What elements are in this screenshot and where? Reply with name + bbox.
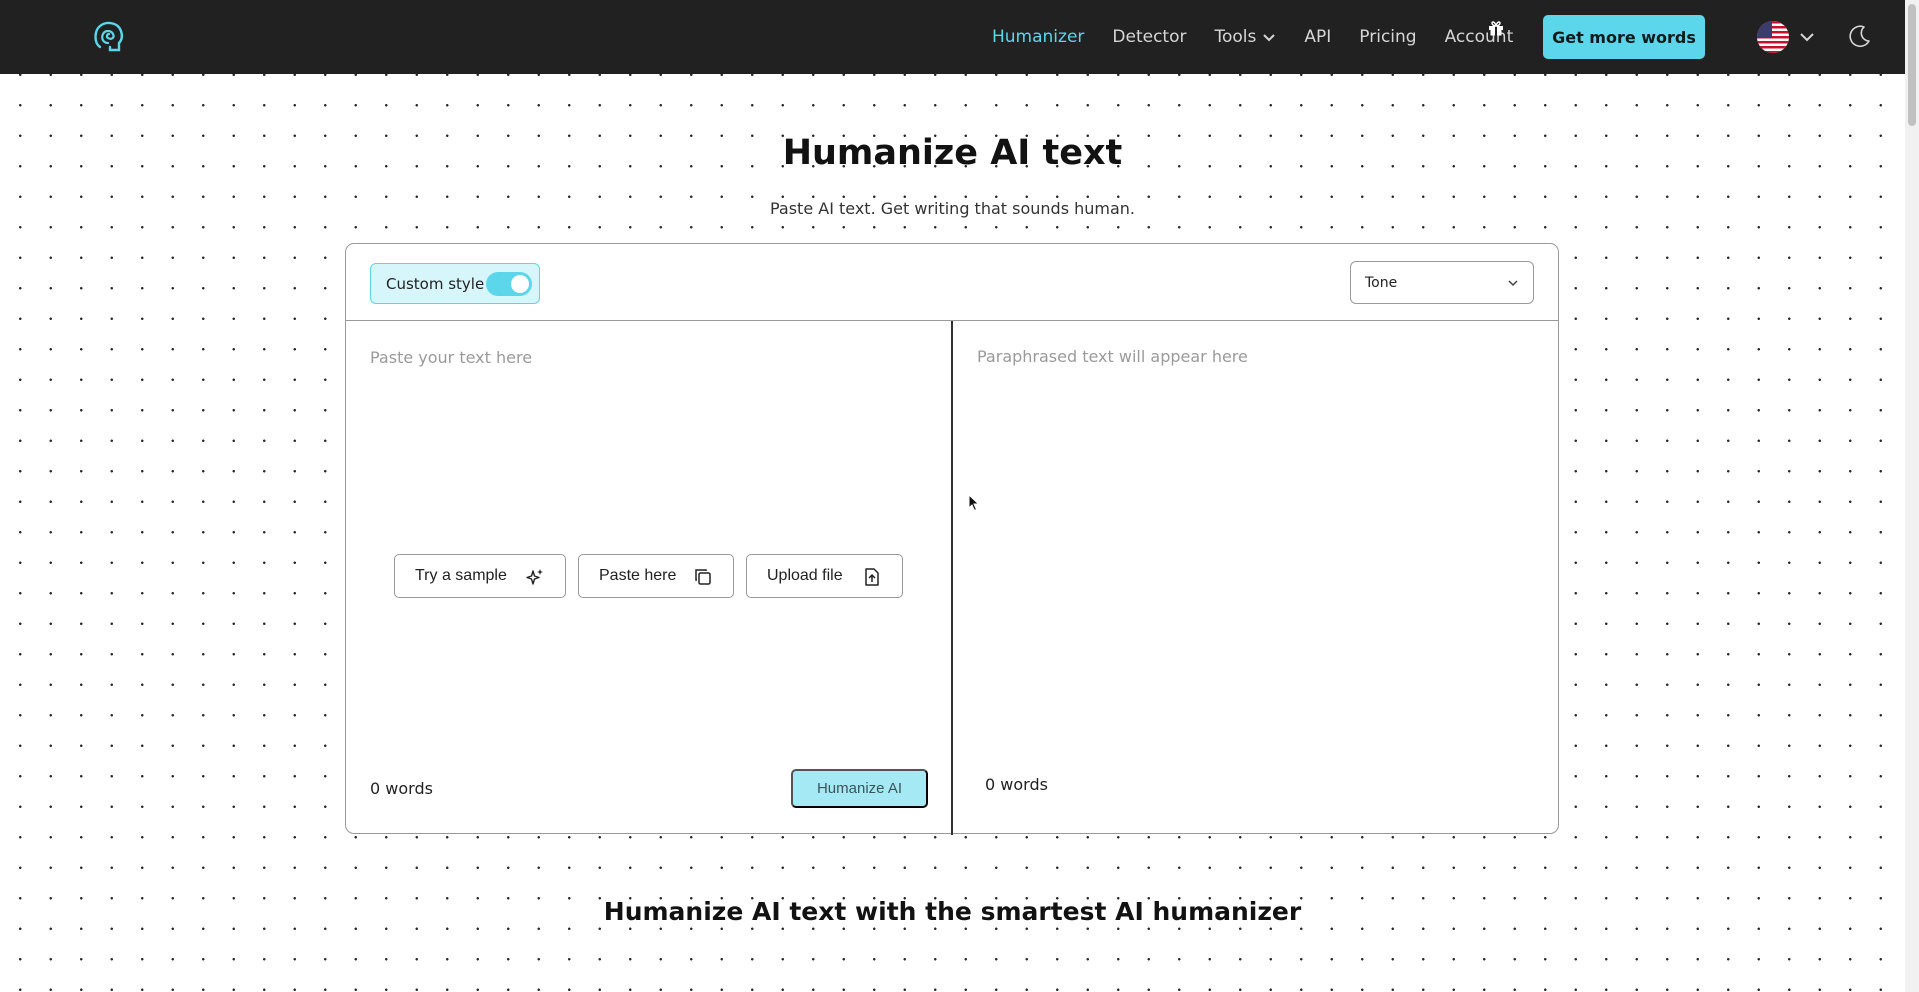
nav-pricing[interactable]: Pricing (1359, 27, 1416, 47)
panel-toolbar: Custom style Tone (346, 244, 1558, 321)
main-nav: Humanizer Detector Tools API Pricing Acc… (992, 0, 1541, 74)
mouse-cursor-icon (968, 494, 980, 512)
copy-icon (695, 569, 711, 585)
us-flag-icon[interactable] (1757, 21, 1789, 53)
try-sample-label: Try a sample (415, 567, 507, 584)
paste-here-button[interactable]: Paste here (578, 554, 734, 598)
humanizer-panel: Custom style Tone Paste your text here P… (345, 243, 1559, 835)
get-more-words-button[interactable]: Get more words (1543, 15, 1705, 59)
moon-icon[interactable] (1846, 24, 1872, 50)
chevron-down-icon (1508, 280, 1518, 287)
language-chevron-down-icon[interactable] (1799, 29, 1815, 45)
upload-file-button[interactable]: Upload file (746, 554, 903, 598)
panel-divider (951, 321, 953, 835)
top-navbar: Humanizer Detector Tools API Pricing Acc… (0, 0, 1905, 74)
upload-file-label: Upload file (767, 567, 843, 584)
chevron-down-icon (1263, 34, 1276, 42)
custom-style-label: Custom style (386, 274, 485, 293)
nav-tools-label: Tools (1214, 27, 1257, 47)
nav-api[interactable]: API (1304, 27, 1331, 47)
tone-select-value: Tone (1365, 274, 1398, 291)
humanize-ai-button[interactable]: Humanize AI (791, 769, 928, 808)
nav-detector[interactable]: Detector (1112, 27, 1186, 47)
nav-humanizer[interactable]: Humanizer (992, 27, 1084, 47)
toggle-switch[interactable] (486, 272, 532, 296)
toggle-knob (511, 275, 529, 293)
nav-tools[interactable]: Tools (1214, 27, 1276, 47)
page-title: Humanize AI text (782, 133, 1123, 173)
page-scrollbar[interactable] (1905, 0, 1919, 992)
file-upload-icon (865, 568, 879, 586)
paste-here-label: Paste here (599, 567, 677, 584)
section-title: Humanize AI text with the smartest AI hu… (603, 897, 1302, 926)
output-word-count: 0 words (985, 775, 1048, 794)
custom-style-toggle[interactable]: Custom style (370, 263, 540, 304)
head-spiral-logo-icon[interactable] (88, 17, 128, 57)
input-word-count: 0 words (370, 779, 433, 798)
sparkles-icon (526, 569, 543, 585)
page-subtitle: Paste AI text. Get writing that sounds h… (769, 199, 1136, 218)
input-text-area[interactable]: Paste your text here (370, 348, 532, 367)
output-text-area: Paraphrased text will appear here (977, 347, 1248, 366)
scrollbar-thumb[interactable] (1908, 4, 1916, 126)
tone-select[interactable]: Tone (1350, 261, 1534, 304)
try-sample-button[interactable]: Try a sample (394, 554, 566, 598)
gift-icon (1489, 21, 1503, 36)
